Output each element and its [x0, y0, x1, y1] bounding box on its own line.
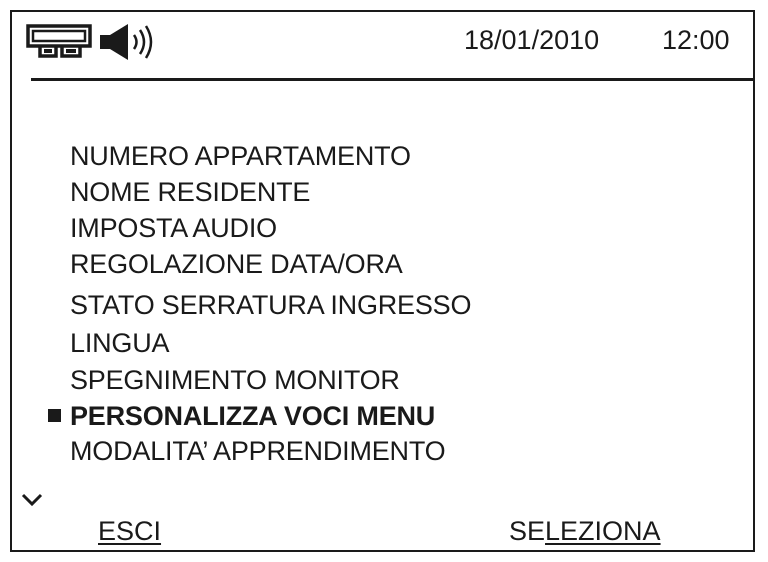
status-bar: 18/01/2010 12:00	[12, 12, 753, 78]
esci-softkey[interactable]: ESCI	[98, 515, 161, 547]
intercom-icon	[26, 24, 92, 58]
menu-item-imposta-audio[interactable]: IMPOSTA AUDIO	[70, 212, 277, 244]
menu-item-regolazione-data-ora[interactable]: REGOLAZIONE DATA/ORA	[70, 248, 403, 280]
menu-item-lingua[interactable]: LINGUA	[70, 327, 170, 359]
seleziona-label-start: SE	[509, 516, 546, 546]
menu-item-spegnimento-monitor[interactable]: SPEGNIMENTO MONITOR	[70, 364, 400, 396]
time-display: 12:00	[662, 25, 730, 55]
chevron-down-icon[interactable]	[20, 492, 44, 508]
seleziona-label-underlined: LEZIONA	[545, 516, 661, 546]
date-display: 18/01/2010	[464, 25, 600, 55]
menu-item-nome-residente[interactable]: NOME RESIDENTE	[70, 176, 310, 208]
menu-item-numero-appartamento[interactable]: NUMERO APPARTAMENTO	[70, 140, 411, 172]
header-divider	[31, 78, 755, 81]
menu-item-label: PERSONALIZZA VOCI MENU	[70, 401, 436, 431]
menu-item-modalita-apprendimento[interactable]: MODALITA’ APPRENDIMENTO	[70, 435, 446, 467]
menu-item-stato-serratura-ingresso[interactable]: STATO SERRATURA INGRESSO	[70, 289, 471, 321]
seleziona-softkey[interactable]: SELEZIONA	[509, 515, 661, 547]
monitor-screen: 18/01/2010 12:00 NUMERO APPARTAMENTO NOM…	[10, 10, 755, 552]
menu-item-personalizza-voci-menu[interactable]: PERSONALIZZA VOCI MENU	[48, 400, 435, 432]
speaker-volume-icon	[100, 24, 153, 60]
selection-marker-icon	[48, 409, 61, 422]
